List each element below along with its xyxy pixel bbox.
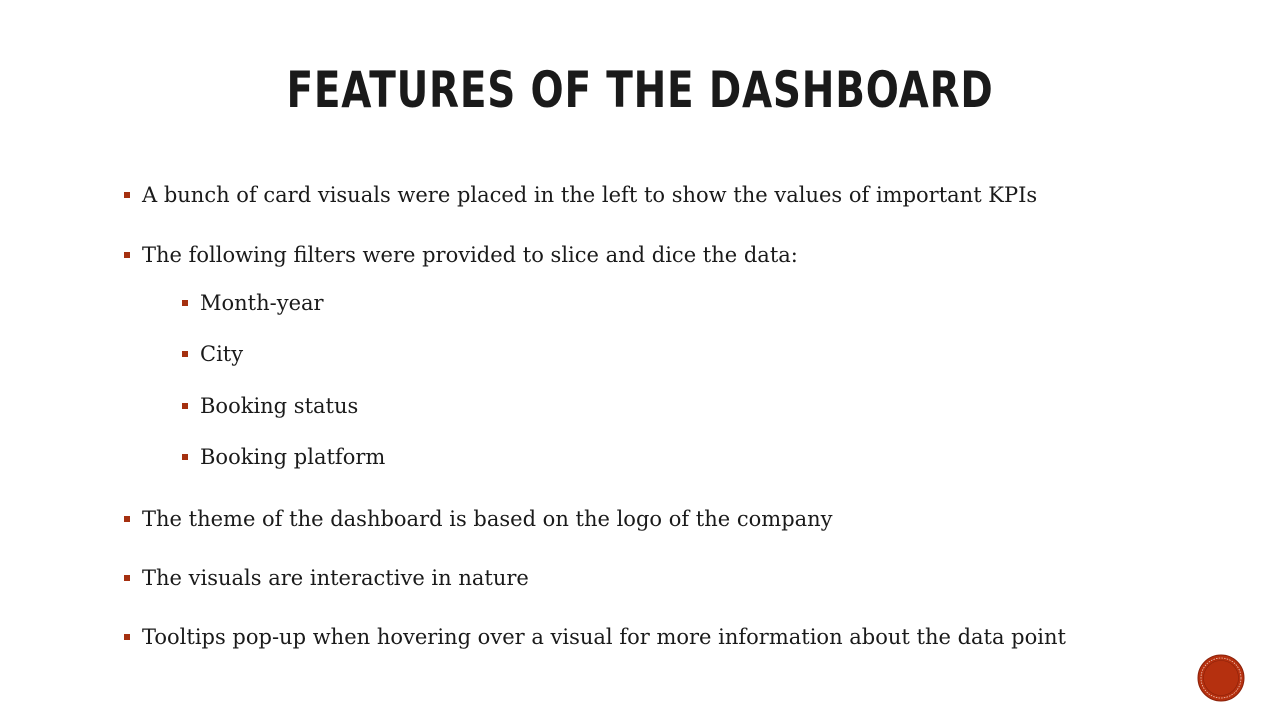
bullet-marker-icon	[124, 252, 130, 258]
bullet-marker-icon	[182, 403, 188, 409]
bullet-marker-icon	[124, 575, 130, 581]
sub-bullet-text: City	[200, 342, 244, 366]
bullet-text: The theme of the dashboard is based on t…	[142, 507, 833, 531]
sub-bullet-item: Booking status	[0, 391, 358, 421]
bullet-item: The following filters were provided to s…	[0, 240, 798, 270]
bullet-marker-icon	[182, 300, 188, 306]
bullet-marker-icon	[124, 516, 130, 522]
circle-badge-icon[interactable]	[1197, 654, 1245, 702]
bullet-text: Tooltips pop-up when hovering over a vis…	[142, 625, 1066, 649]
sub-bullet-item: Booking platform	[0, 442, 385, 472]
bullet-item: The visuals are interactive in nature	[0, 563, 529, 593]
bullet-marker-icon	[182, 351, 188, 357]
slide: FEATURES OF THE DASHBOARD A bunch of car…	[0, 0, 1280, 720]
sub-bullet-text: Month-year	[200, 291, 324, 315]
sub-bullet-item: City	[0, 339, 243, 369]
bullet-list: A bunch of card visuals were placed in t…	[0, 0, 1280, 720]
bullet-marker-icon	[124, 634, 130, 640]
bullet-text: The following filters were provided to s…	[142, 243, 798, 267]
bullet-item: Tooltips pop-up when hovering over a vis…	[0, 622, 1066, 652]
bullet-text: The visuals are interactive in nature	[142, 566, 529, 590]
bullet-marker-icon	[124, 192, 130, 198]
sub-bullet-item: Month-year	[0, 288, 324, 318]
bullet-marker-icon	[182, 454, 188, 460]
bullet-item: A bunch of card visuals were placed in t…	[0, 180, 1037, 210]
sub-bullet-text: Booking status	[200, 394, 359, 418]
bullet-item: The theme of the dashboard is based on t…	[0, 504, 833, 534]
bullet-text: A bunch of card visuals were placed in t…	[142, 183, 1038, 207]
sub-bullet-text: Booking platform	[200, 445, 386, 469]
